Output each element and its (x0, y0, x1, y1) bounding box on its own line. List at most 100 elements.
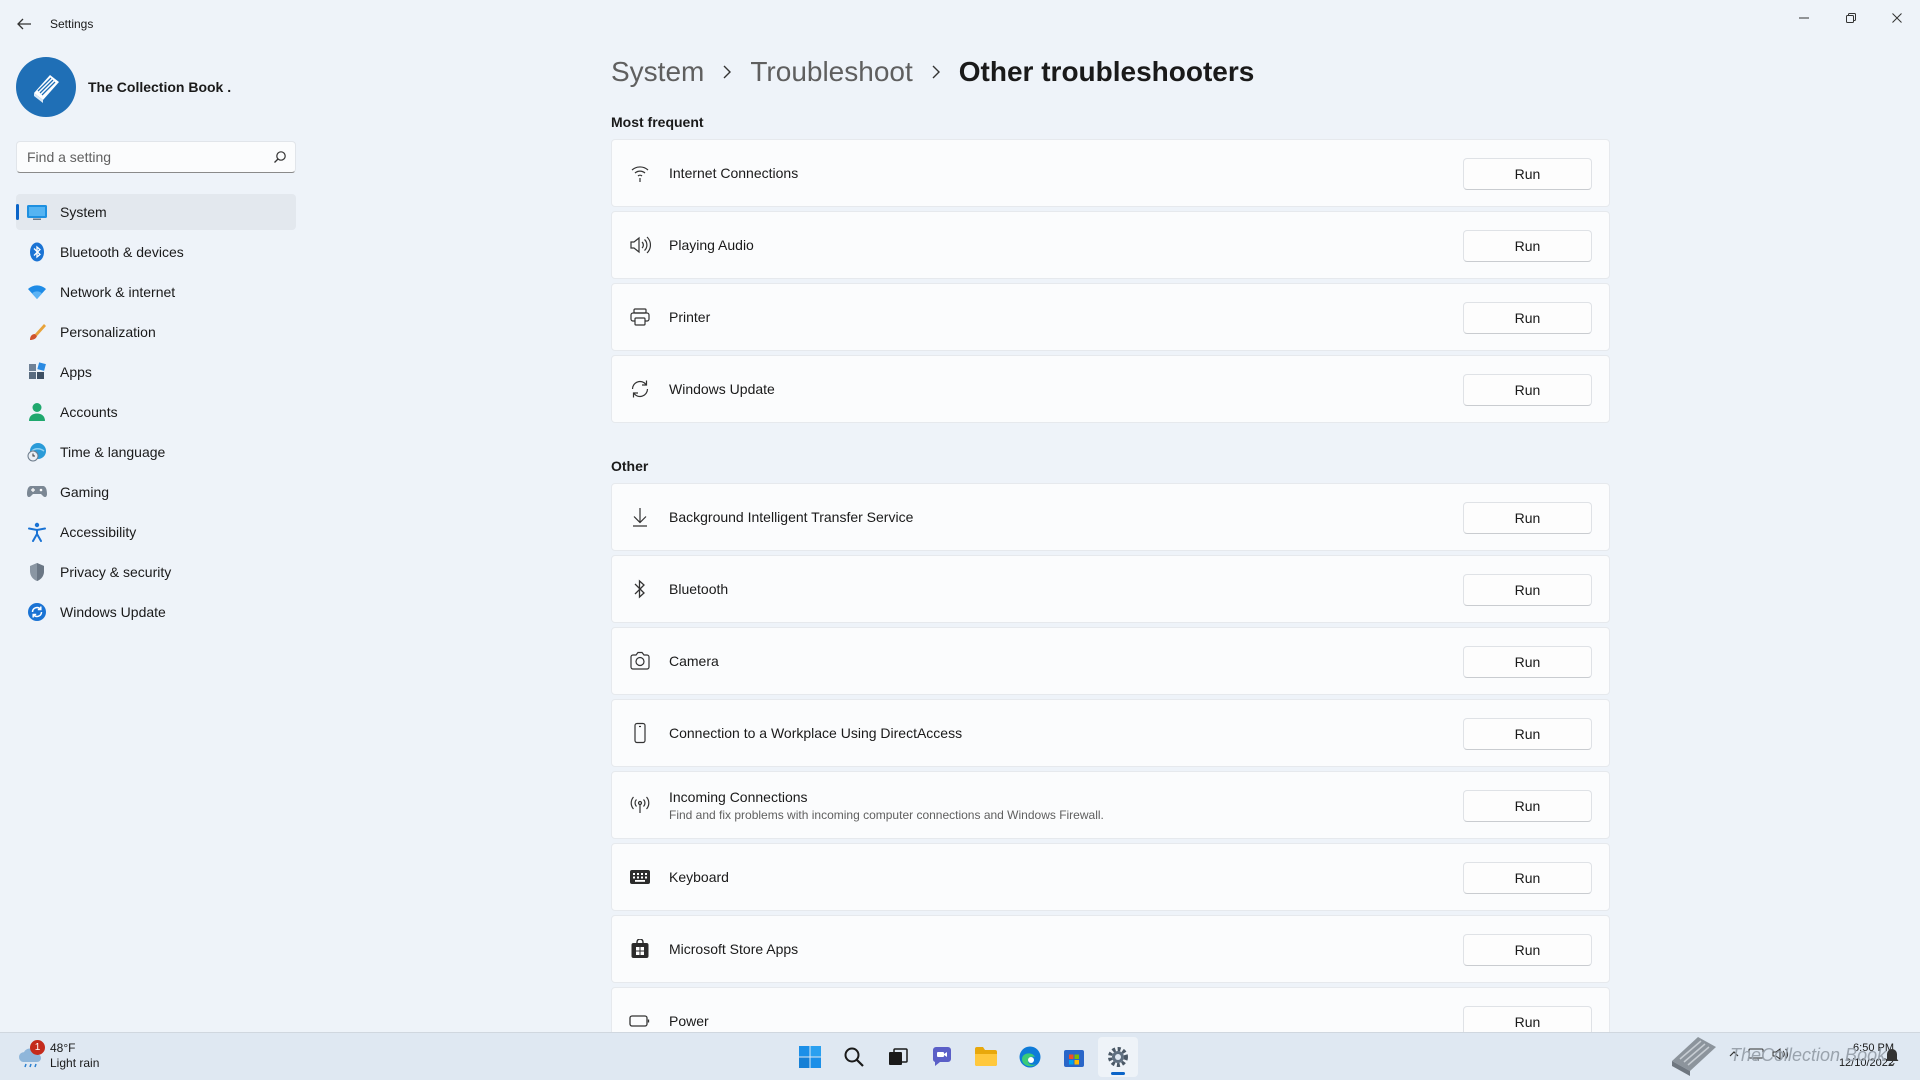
chat-icon (932, 1047, 951, 1066)
sidebar-item-time-language[interactable]: Time & language (16, 434, 296, 470)
troubleshooter-bits: Background Intelligent Transfer Service … (611, 483, 1610, 551)
taskbar: 1 48°F Light rain 6:50 PM 12/10/2022 (0, 1032, 1920, 1080)
search-box[interactable] (16, 141, 296, 173)
run-button[interactable]: Run (1463, 718, 1592, 750)
file-explorer-button[interactable] (966, 1037, 1006, 1077)
sidebar-item-label: Privacy & security (60, 564, 172, 580)
cloud-rain-icon: 1 (16, 1040, 45, 1070)
sidebar-item-bluetooth[interactable]: Bluetooth & devices (16, 234, 296, 270)
bluetooth-icon (629, 578, 651, 600)
camera-icon (629, 650, 651, 672)
accessibility-icon (26, 521, 48, 543)
weather-widget[interactable]: 1 48°F Light rain (16, 1040, 99, 1071)
user-profile[interactable]: The Collection Book . (16, 56, 231, 118)
sidebar-item-label: Accounts (60, 404, 118, 420)
troubleshooter-internet-connections: Internet Connections Run (611, 139, 1610, 207)
microsoft-store-button[interactable] (1054, 1037, 1094, 1077)
task-view-button[interactable] (878, 1037, 918, 1077)
keyboard-icon (629, 866, 651, 888)
back-button[interactable] (14, 14, 34, 34)
edge-icon (1019, 1046, 1041, 1068)
gear-icon (1108, 1047, 1128, 1067)
sidebar-item-apps[interactable]: Apps (16, 354, 296, 390)
section-title-other: Other (611, 458, 649, 474)
store-icon (629, 938, 651, 960)
taskbar-apps (790, 1037, 1142, 1077)
monitor-icon (26, 201, 48, 223)
breadcrumb-troubleshoot[interactable]: Troubleshoot (750, 56, 912, 88)
run-button[interactable]: Run (1463, 934, 1592, 966)
sidebar-item-privacy[interactable]: Privacy & security (16, 554, 296, 590)
run-button[interactable]: Run (1463, 302, 1592, 334)
sidebar-item-label: Network & internet (60, 284, 176, 300)
run-button[interactable]: Run (1463, 374, 1592, 406)
sidebar-item-label: Apps (60, 364, 92, 380)
arrow-left-icon (17, 18, 31, 30)
sidebar-item-accounts[interactable]: Accounts (16, 394, 296, 430)
run-button[interactable]: Run (1463, 862, 1592, 894)
sidebar-item-label: Gaming (60, 484, 110, 500)
run-button[interactable]: Run (1463, 502, 1592, 534)
sync-icon (629, 378, 651, 400)
sidebar-item-accessibility[interactable]: Accessibility (16, 514, 296, 550)
gamepad-icon (26, 481, 48, 503)
sidebar-item-windows-update[interactable]: Windows Update (16, 594, 296, 630)
store-icon (1064, 1050, 1084, 1067)
troubleshooter-windows-update: Windows Update Run (611, 355, 1610, 423)
minimize-icon (1799, 17, 1809, 19)
troubleshooter-store-apps: Microsoft Store Apps Run (611, 915, 1610, 983)
notification-badge: 1 (30, 1040, 45, 1055)
apps-grid-icon (26, 361, 48, 383)
brush-icon (26, 321, 48, 343)
settings-app-button[interactable] (1098, 1037, 1138, 1077)
sidebar-item-label: Accessibility (60, 524, 137, 540)
restore-button[interactable] (1831, 6, 1871, 30)
minimize-button[interactable] (1784, 6, 1824, 30)
sidebar-item-label: Time & language (60, 444, 166, 460)
run-button[interactable]: Run (1463, 646, 1592, 678)
chat-button[interactable] (922, 1037, 962, 1077)
sidebar-item-system[interactable]: System (16, 194, 296, 230)
profile-name: The Collection Book . (88, 79, 232, 95)
antenna-icon (629, 794, 651, 816)
task-view-icon (889, 1048, 908, 1065)
printer-icon (629, 306, 651, 328)
search-icon[interactable] (265, 150, 295, 164)
notification-bell-icon[interactable] (1884, 1047, 1900, 1070)
troubleshooter-printer: Printer Run (611, 283, 1610, 351)
breadcrumb: System Troubleshoot Other troubleshooter… (611, 56, 1254, 88)
troubleshooter-directaccess: Connection to a Workplace Using DirectAc… (611, 699, 1610, 767)
run-button[interactable]: Run (1463, 790, 1592, 822)
sync-icon (26, 601, 48, 623)
breadcrumb-system[interactable]: System (611, 56, 704, 88)
troubleshooter-playing-audio: Playing Audio Run (611, 211, 1610, 279)
sidebar-item-gaming[interactable]: Gaming (16, 474, 296, 510)
app-title: Settings (50, 17, 94, 31)
person-icon (26, 401, 48, 423)
sidebar-item-label: Windows Update (60, 604, 166, 620)
weather-temperature: 48°F (50, 1041, 76, 1055)
sidebar-item-personalization[interactable]: Personalization (16, 314, 296, 350)
taskbar-search-button[interactable] (834, 1037, 874, 1077)
sidebar-item-label: Bluetooth & devices (60, 244, 184, 260)
start-button[interactable] (790, 1037, 830, 1077)
download-icon (629, 506, 651, 528)
sidebar-item-network[interactable]: Network & internet (16, 274, 296, 310)
troubleshooter-keyboard: Keyboard Run (611, 843, 1610, 911)
watermark-text: TheCollection Book (1730, 1045, 1887, 1065)
other-list: Background Intelligent Transfer Service … (611, 483, 1610, 1059)
wifi-icon (629, 162, 651, 184)
run-button[interactable]: Run (1463, 230, 1592, 262)
run-button[interactable]: Run (1463, 158, 1592, 190)
sidebar-item-label: System (60, 204, 107, 220)
search-icon (844, 1047, 864, 1067)
edge-browser-button[interactable] (1010, 1037, 1050, 1077)
sidebar-nav: System Bluetooth & devices Network & int… (16, 194, 296, 634)
close-button[interactable] (1877, 6, 1917, 30)
chevron-right-icon (931, 65, 941, 79)
search-input[interactable] (17, 142, 265, 172)
page-title: Other troubleshooters (958, 56, 1255, 87)
speaker-icon (629, 234, 651, 256)
folder-icon (975, 1047, 997, 1066)
run-button[interactable]: Run (1463, 574, 1592, 606)
